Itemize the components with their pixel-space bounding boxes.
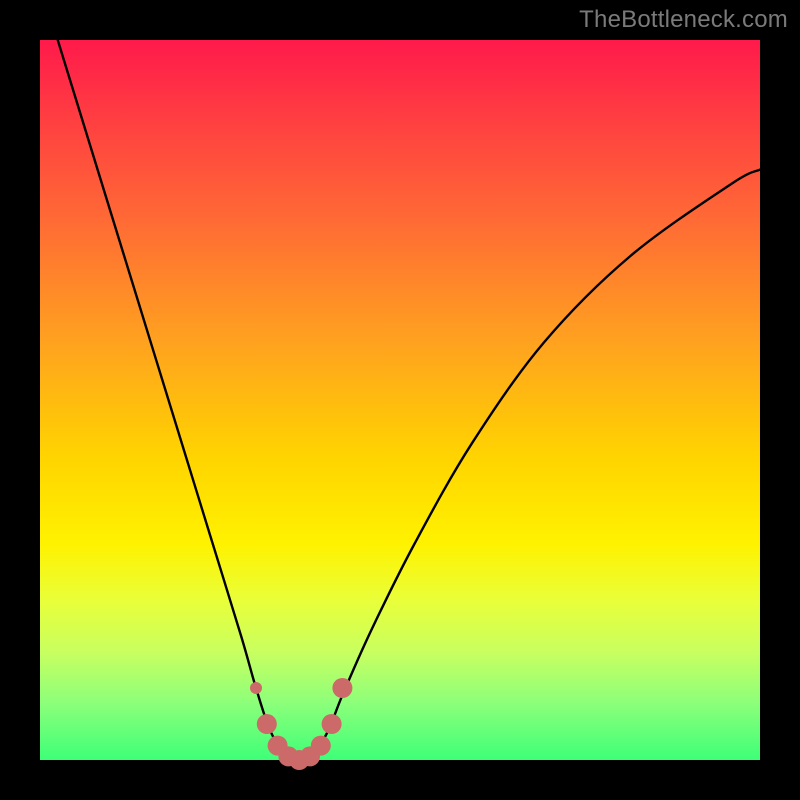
- watermark-label: TheBottleneck.com: [579, 6, 788, 34]
- highlight-dot: [322, 714, 342, 734]
- curve-svg: [40, 40, 760, 760]
- highlight-dot: [332, 678, 352, 698]
- highlight-dot: [250, 682, 262, 694]
- chart-frame: TheBottleneck.com: [0, 0, 800, 800]
- highlight-markers: [250, 678, 352, 770]
- highlight-dot: [311, 736, 331, 756]
- bottleneck-curve: [40, 0, 760, 760]
- plot-area: [40, 40, 760, 760]
- highlight-dot: [257, 714, 277, 734]
